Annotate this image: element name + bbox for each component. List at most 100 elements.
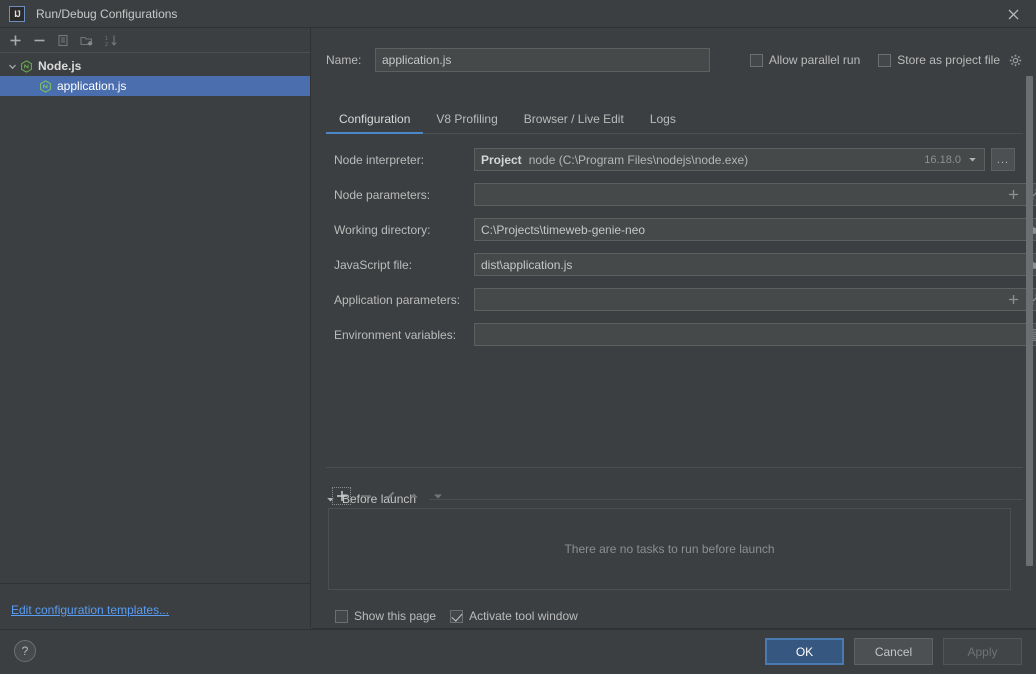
- edit-configuration-templates-link[interactable]: Edit configuration templates...: [11, 603, 169, 617]
- chevron-down-glyph: [9, 64, 16, 69]
- remove-task-button[interactable]: [355, 486, 376, 506]
- allow-parallel-run-checkbox[interactable]: Allow parallel run: [749, 53, 861, 67]
- environment-variables-input[interactable]: [474, 323, 1036, 346]
- node-parameters-input[interactable]: [474, 183, 1036, 206]
- close-glyph: [1008, 9, 1018, 19]
- copy-configuration-button[interactable]: [52, 30, 74, 51]
- remove-configuration-button[interactable]: [28, 30, 50, 51]
- checkbox-box: [749, 53, 763, 67]
- working-directory-value: C:\Projects\timeweb-genie-neo: [481, 222, 646, 237]
- arrow-up-icon: [409, 493, 418, 498]
- before-launch-empty-text: There are no tasks to run before launch: [564, 542, 775, 556]
- javascript-file-row: JavaScript file: dist\application.js: [334, 253, 1036, 276]
- application-parameters-input[interactable]: [474, 288, 1036, 311]
- configurations-panel: 1 2 Node.js application.js Edit configur…: [0, 28, 311, 629]
- ok-button[interactable]: OK: [765, 638, 844, 665]
- gear-glyph: [1009, 54, 1021, 66]
- node-interpreter-label: Node interpreter:: [334, 152, 425, 167]
- tab-logs[interactable]: Logs: [637, 106, 689, 133]
- plus-icon: [10, 35, 20, 45]
- environment-variables-row: Environment variables:: [334, 323, 1036, 346]
- nodejs-icon: [38, 79, 52, 93]
- minus-icon: [34, 39, 44, 41]
- plus-icon[interactable]: [1007, 293, 1020, 306]
- javascript-file-label: JavaScript file:: [334, 257, 413, 272]
- nodejs-hexagon-glyph: [39, 79, 51, 93]
- checkbox-box: [878, 53, 892, 67]
- allow-parallel-run-label: Allow parallel run: [768, 53, 861, 67]
- configurations-tree: Node.js application.js: [0, 53, 310, 96]
- configuration-fields: Node interpreter: Project node (C:\Progr…: [326, 135, 1036, 468]
- checkbox-box: [335, 609, 348, 623]
- tree-item-application-js[interactable]: application.js: [0, 76, 310, 96]
- move-task-up-button[interactable]: [403, 486, 424, 506]
- apply-button[interactable]: Apply: [943, 638, 1022, 665]
- before-launch-task-list[interactable]: There are no tasks to run before launch: [328, 508, 1011, 590]
- copy-icon: [57, 34, 68, 46]
- javascript-file-input[interactable]: dist\application.js: [474, 253, 1036, 276]
- environment-variables-label: Environment variables:: [334, 327, 457, 342]
- arrow-down-icon: [433, 494, 442, 499]
- dialog-footer: ? OK Cancel Apply: [0, 629, 1036, 674]
- new-folder-button[interactable]: [76, 30, 98, 51]
- sort-configurations-button[interactable]: 1 2: [100, 30, 122, 51]
- browse-interpreter-button[interactable]: ...: [991, 148, 1015, 171]
- tree-group-nodejs[interactable]: Node.js: [0, 56, 310, 76]
- show-this-page-checkbox[interactable]: Show this page: [335, 609, 436, 623]
- tree-group-label: Node.js: [38, 59, 82, 73]
- footer-buttons: OK Cancel Apply: [765, 638, 1022, 665]
- svg-text:2: 2: [105, 42, 108, 47]
- help-icon[interactable]: ?: [14, 640, 36, 662]
- nodejs-icon: [19, 59, 33, 73]
- checkbox-box: [450, 609, 464, 623]
- node-interpreter-row: Node interpreter: Project node (C:\Progr…: [334, 148, 1015, 171]
- javascript-file-value: dist\application.js: [481, 257, 573, 272]
- bottom-options: Show this page Activate tool window: [335, 607, 578, 625]
- tab-v8-profiling[interactable]: V8 Profiling: [423, 106, 510, 133]
- activate-tool-window-checkbox[interactable]: Activate tool window: [450, 609, 578, 623]
- working-directory-row: Working directory: C:\Projects\timeweb-g…: [334, 218, 1036, 241]
- node-parameters-row: Node parameters:: [334, 183, 1036, 206]
- chevron-down-icon[interactable]: [6, 62, 19, 71]
- node-interpreter-combo[interactable]: Project node (C:\Program Files\nodejs\no…: [474, 148, 985, 171]
- title-bar: IJ Run/Debug Configurations: [0, 0, 1036, 28]
- vertical-scrollbar-thumb[interactable]: [1026, 76, 1033, 566]
- dialog-title: Run/Debug Configurations: [36, 6, 178, 21]
- move-task-down-button[interactable]: [427, 486, 448, 506]
- tab-browser-live-edit[interactable]: Browser / Live Edit: [511, 106, 637, 133]
- add-configuration-button[interactable]: [4, 30, 26, 51]
- plus-icon: [336, 491, 347, 501]
- editor-tabs: Configuration V8 Profiling Browser / Liv…: [326, 106, 1023, 134]
- pencil-icon: [384, 491, 394, 501]
- name-label: Name:: [326, 53, 362, 67]
- folder-add-icon: [80, 36, 93, 45]
- plus-glyph: [1009, 295, 1018, 304]
- working-directory-input[interactable]: C:\Projects\timeweb-genie-neo: [474, 218, 1036, 241]
- add-task-button[interactable]: [331, 486, 352, 506]
- name-input[interactable]: [375, 48, 710, 72]
- chevron-down-icon[interactable]: [964, 155, 980, 164]
- edit-task-button[interactable]: [379, 486, 400, 506]
- tree-item-label: application.js: [57, 79, 127, 93]
- tab-configuration[interactable]: Configuration: [326, 106, 424, 134]
- activate-tool-window-label: Activate tool window: [469, 609, 578, 623]
- node-interpreter-path: node (C:\Program Files\nodejs\node.exe): [528, 152, 749, 167]
- close-icon[interactable]: [990, 0, 1036, 28]
- gear-icon[interactable]: [1008, 53, 1022, 67]
- application-parameters-label: Application parameters:: [334, 292, 461, 307]
- store-as-project-file-checkbox[interactable]: Store as project file: [878, 53, 1022, 67]
- chevron-down-glyph: [968, 158, 976, 162]
- left-panel-divider: [0, 583, 311, 584]
- minus-icon: [360, 495, 371, 497]
- intellij-logo-icon: IJ: [9, 5, 25, 22]
- application-parameters-row: Application parameters:: [334, 288, 1036, 311]
- node-interpreter-version: 16.18.0: [924, 153, 961, 166]
- plus-icon[interactable]: [1007, 188, 1020, 201]
- configurations-toolbar: 1 2: [0, 28, 310, 53]
- node-interpreter-prefix: Project: [481, 152, 522, 167]
- store-as-project-file-label: Store as project file: [897, 53, 1000, 67]
- working-directory-label: Working directory:: [334, 222, 431, 237]
- show-this-page-label: Show this page: [354, 609, 437, 623]
- plus-glyph: [1009, 190, 1018, 199]
- cancel-button[interactable]: Cancel: [854, 638, 933, 665]
